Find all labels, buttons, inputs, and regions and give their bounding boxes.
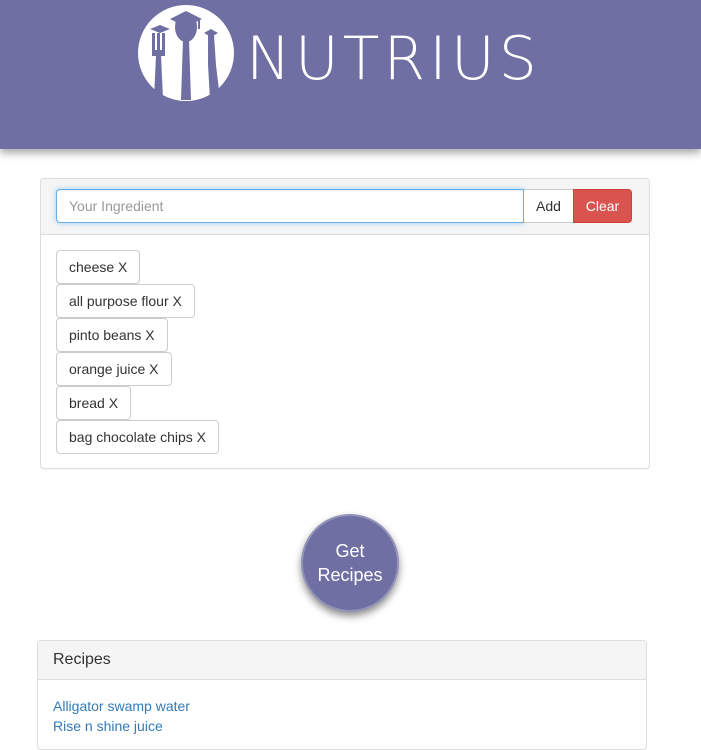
ingredient-list: cheese X all purpose flour X pinto beans… xyxy=(41,235,649,454)
logo-icon xyxy=(138,5,234,101)
ingredient-chip[interactable]: cheese X xyxy=(56,250,141,284)
get-recipes-button[interactable]: Get Recipes xyxy=(301,514,399,612)
recipes-title: Recipes xyxy=(38,641,646,680)
ingredient-chip[interactable]: pinto beans X xyxy=(56,318,168,352)
get-recipes-label-line1: Get xyxy=(335,541,365,561)
recipe-link[interactable]: Alligator swamp water xyxy=(53,696,631,716)
ingredient-chip[interactable]: bread X xyxy=(56,386,132,420)
ingredient-form: Add Clear xyxy=(41,179,649,235)
clear-button[interactable]: Clear xyxy=(573,189,632,223)
brand-name: NUTRIUS xyxy=(246,24,541,94)
ingredient-panel: Add Clear cheese X all purpose flour X p… xyxy=(40,178,650,469)
recipes-panel: Recipes Alligator swamp water Rise n shi… xyxy=(37,640,647,750)
ingredient-chip[interactable]: all purpose flour X xyxy=(56,284,195,318)
recipe-link[interactable]: Rise n shine juice xyxy=(53,716,631,736)
get-recipes-label-line2: Recipes xyxy=(317,565,383,585)
ingredient-chip[interactable]: bag chocolate chips X xyxy=(56,420,219,454)
ingredient-input[interactable] xyxy=(56,189,524,223)
site-header: NUTRIUS xyxy=(0,0,701,149)
recipes-list: Alligator swamp water Rise n shine juice xyxy=(38,680,646,736)
ingredient-chip[interactable]: orange juice X xyxy=(56,352,172,386)
add-button[interactable]: Add xyxy=(524,189,574,223)
